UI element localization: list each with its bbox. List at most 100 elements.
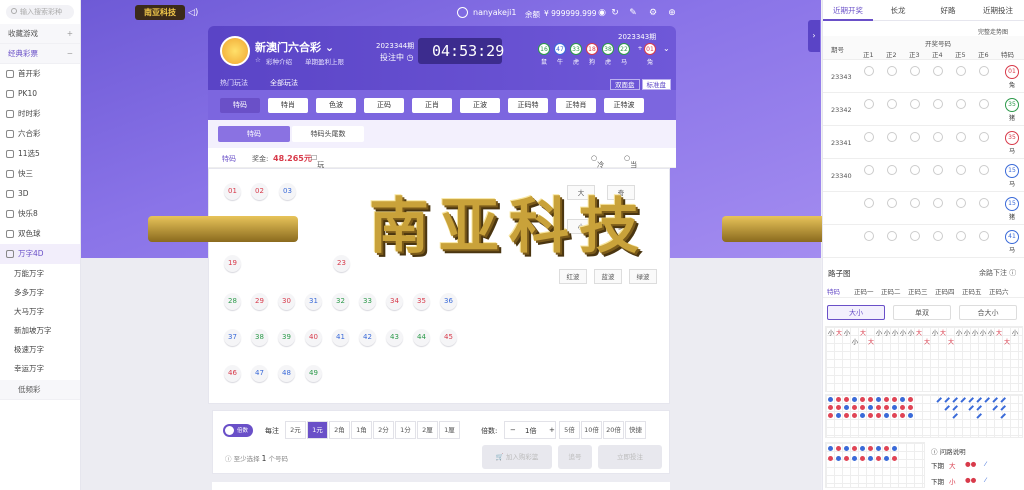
sidebar-item-3[interactable]: 六合彩 (0, 124, 80, 144)
number-ball[interactable]: 41 (332, 329, 349, 346)
eye-icon[interactable]: ◉ (597, 8, 607, 18)
user-icon[interactable] (457, 7, 468, 18)
attr-button-4[interactable]: 红波 (559, 269, 587, 284)
category-4[interactable]: 正肖 (412, 98, 452, 113)
road-tab-1[interactable]: 正码一 (854, 286, 874, 296)
ask-row[interactable]: 下期大 ●● ⁄ (931, 460, 1019, 472)
sidebar-item-5[interactable]: 快三 (0, 164, 80, 184)
number-ball[interactable]: 44 (413, 329, 430, 346)
number-ball[interactable]: 29 (251, 293, 268, 310)
category-2[interactable]: 色波 (316, 98, 356, 113)
category-0[interactable]: 特码 (220, 98, 260, 113)
full-trend-link[interactable]: 完整走势图 (978, 27, 1008, 36)
number-ball[interactable]: 32 (332, 293, 349, 310)
road-tab-0[interactable]: 特码 (827, 286, 840, 296)
category-1[interactable]: 特肖 (268, 98, 308, 113)
right-tab-2[interactable]: 好路 (923, 0, 973, 21)
number-ball[interactable]: 36 (440, 293, 457, 310)
star-icon[interactable]: ☆ (255, 56, 261, 64)
sidebar-group-lowfreq[interactable]: 低频彩 (0, 380, 80, 400)
ask-row[interactable]: 下期小 ●● ⁄ (931, 476, 1019, 488)
category-3[interactable]: 正码 (364, 98, 404, 113)
unit-button-3[interactable]: 1角 (351, 421, 372, 439)
sidebar-subitem-1[interactable]: 多多万字 (0, 283, 80, 302)
number-ball[interactable]: 45 (440, 329, 457, 346)
unit-button-1[interactable]: 1元 (307, 421, 328, 439)
plus-button[interactable]: + (549, 426, 555, 434)
sidebar-item-4[interactable]: 11选5 (0, 144, 80, 164)
multiple-button-3[interactable]: 快捷 (625, 421, 646, 439)
number-ball[interactable]: 34 (386, 293, 403, 310)
sidebar-item-8[interactable]: 双色球 (0, 224, 80, 244)
edit-icon[interactable]: ✎ (628, 8, 638, 18)
refresh-icon[interactable]: ↻ (610, 8, 620, 18)
sidebar-group-favorites[interactable]: 收藏游戏 + (0, 24, 80, 44)
category-8[interactable]: 正特波 (604, 98, 644, 113)
number-ball[interactable]: 33 (359, 293, 376, 310)
hot-cold-option[interactable]: ○ 冷热 (591, 154, 604, 179)
sidebar-group-classic[interactable]: 经典彩票 − (0, 44, 80, 64)
unit-button-2[interactable]: 2角 (329, 421, 350, 439)
tab-standard[interactable]: 标准盘 (641, 79, 671, 90)
right-tab-3[interactable]: 近期投注 (973, 0, 1023, 21)
number-ball[interactable]: 35 (413, 293, 430, 310)
category-5[interactable]: 正波 (460, 98, 500, 113)
category-6[interactable]: 正码特 (508, 98, 548, 113)
number-ball[interactable]: 42 (359, 329, 376, 346)
volume-icon[interactable]: ◁) (188, 8, 198, 18)
username[interactable]: nanyakeji1 (473, 8, 516, 17)
right-tab-0[interactable]: 近期开奖 (823, 0, 873, 21)
number-ball[interactable]: 47 (251, 365, 268, 382)
number-ball[interactable]: 39 (278, 329, 295, 346)
number-ball[interactable]: 31 (305, 293, 322, 310)
add-to-cart-button[interactable]: 🛒 加入购彩篮 (482, 445, 552, 469)
sidebar-item-7[interactable]: 快乐8 (0, 204, 80, 224)
sidebar-subitem-0[interactable]: 万能万字 (0, 264, 80, 283)
globe-icon[interactable]: ⊕ (667, 8, 677, 18)
sidebar-item-1[interactable]: PK10 (0, 84, 80, 104)
road-tab-2[interactable]: 正码二 (881, 286, 901, 296)
multiple-stepper[interactable]: − 1倍 + (504, 421, 556, 439)
sidebar-subitem-2[interactable]: 大马万字 (0, 302, 80, 321)
minus-button[interactable]: − (510, 426, 516, 434)
chevron-down-icon[interactable]: ⌄ (325, 41, 334, 54)
number-ball[interactable]: 28 (224, 293, 241, 310)
tab-double-side[interactable]: 双面盘 (610, 79, 640, 90)
attr-button-5[interactable]: 蓝波 (594, 269, 622, 284)
minus-icon[interactable]: − (67, 44, 73, 64)
road-tab-4[interactable]: 正码四 (935, 286, 955, 296)
road-tab-5[interactable]: 正码五 (962, 286, 982, 296)
road-button-0[interactable]: 大小 (827, 305, 885, 320)
road-button-2[interactable]: 合大小 (959, 305, 1017, 320)
number-ball[interactable]: 40 (305, 329, 322, 346)
collapse-panel-button[interactable]: › (808, 20, 820, 52)
road-tab-6[interactable]: 正码六 (989, 286, 1009, 296)
multiple-button-2[interactable]: 20倍 (603, 421, 624, 439)
tab-hot-play[interactable]: 热门玩法 (220, 78, 248, 88)
subtab-special[interactable]: 特码 (218, 126, 290, 142)
road-bet-link[interactable]: 余路下注 ⓘ (979, 268, 1016, 278)
category-7[interactable]: 正特肖 (556, 98, 596, 113)
sidebar-subitem-3[interactable]: 新加坡万字 (0, 321, 80, 340)
multiple-button-1[interactable]: 10倍 (581, 421, 602, 439)
current-miss-option[interactable]: ○ 当前遗漏 (624, 154, 637, 199)
game-intro-link[interactable]: 彩种介绍 (266, 56, 292, 66)
unit-button-5[interactable]: 1分 (395, 421, 416, 439)
number-ball[interactable]: 43 (386, 329, 403, 346)
number-ball[interactable]: 49 (305, 365, 322, 382)
sidebar-subitem-4[interactable]: 极速万字 (0, 340, 80, 359)
sidebar-item-0[interactable]: 首开彩 (0, 64, 80, 84)
multiple-value[interactable]: 1倍 (525, 426, 536, 436)
multiple-button-0[interactable]: 5倍 (559, 421, 580, 439)
chase-button[interactable]: 追号 (558, 445, 592, 469)
number-ball[interactable]: 37 (224, 329, 241, 346)
number-ball[interactable]: 30 (278, 293, 295, 310)
number-ball[interactable]: 38 (251, 329, 268, 346)
unit-button-6[interactable]: 2厘 (417, 421, 438, 439)
road-button-1[interactable]: 单双 (893, 305, 951, 320)
unit-button-7[interactable]: 1厘 (439, 421, 460, 439)
sidebar-subitem-5[interactable]: 幸运万字 (0, 359, 80, 378)
sidebar-search-input[interactable]: 输入搜索彩种 (6, 5, 74, 19)
expand-results-icon[interactable]: ⌄ (663, 44, 670, 53)
profit-limit-link[interactable]: 单期盈利上限 (305, 56, 344, 66)
